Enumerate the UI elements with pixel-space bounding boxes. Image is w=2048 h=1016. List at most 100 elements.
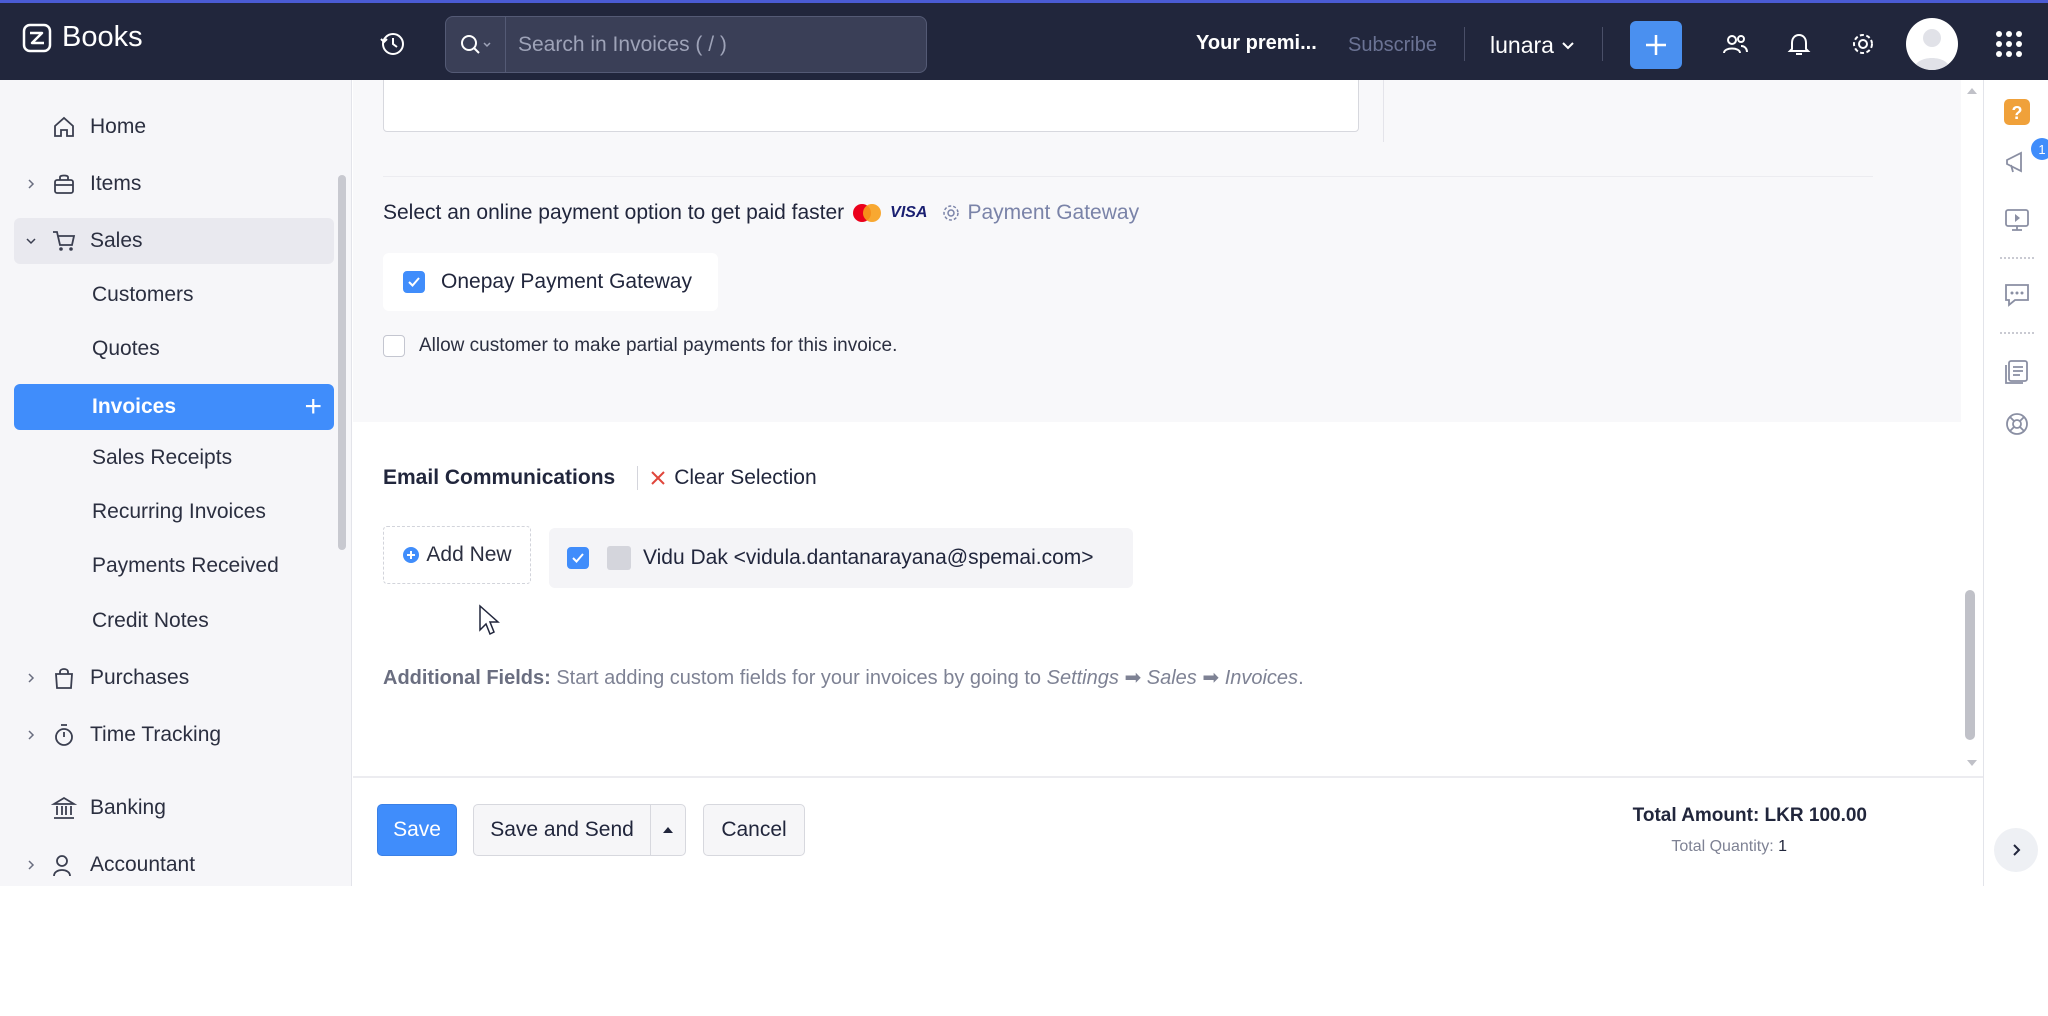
additional-fields-note: Additional Fields: Start adding custom f… bbox=[383, 665, 1304, 690]
invoices-path[interactable]: Invoices bbox=[1225, 667, 1298, 689]
payment-title: Select an online payment option to get p… bbox=[383, 201, 845, 224]
save-and-send-button[interactable]: Save and Send bbox=[473, 804, 651, 856]
gateway-option-onepay[interactable]: Onepay Payment Gateway bbox=[383, 253, 718, 311]
notification-badge: 1 bbox=[2031, 138, 2048, 160]
new-invoice-plus-icon[interactable]: + bbox=[304, 390, 322, 424]
mastercard-icon bbox=[853, 204, 882, 222]
sidebar-item-purchases[interactable]: Purchases bbox=[14, 655, 334, 701]
arrow-right-icon: ➡ bbox=[1124, 667, 1142, 689]
divider bbox=[1464, 27, 1465, 61]
recent-history-icon[interactable] bbox=[378, 29, 410, 61]
users-icon[interactable] bbox=[1720, 29, 1750, 59]
clear-selection-button[interactable]: Clear Selection bbox=[637, 466, 817, 490]
scroll-up-icon[interactable] bbox=[1965, 84, 1979, 98]
contact-chip[interactable]: Vidu Dak <vidula.dantanarayana@spemai.co… bbox=[549, 528, 1133, 588]
bank-icon bbox=[50, 794, 78, 822]
stopwatch-icon bbox=[50, 721, 78, 749]
sidebar-item-label: Accountant bbox=[90, 853, 196, 876]
sidebar-item-home[interactable]: Home bbox=[14, 104, 334, 150]
accountant-icon bbox=[50, 851, 78, 879]
search-icon[interactable] bbox=[446, 17, 506, 72]
app-logo[interactable]: Books bbox=[22, 21, 143, 54]
divider bbox=[2000, 257, 2034, 259]
settings-path[interactable]: Settings bbox=[1047, 667, 1119, 689]
partial-payment-checkbox[interactable] bbox=[383, 335, 405, 357]
gateway-option-label: Onepay Payment Gateway bbox=[441, 270, 692, 293]
scroll-down-icon[interactable] bbox=[1965, 756, 1979, 770]
app-grid-icon[interactable] bbox=[1994, 29, 2024, 59]
chat-icon[interactable] bbox=[2001, 279, 2033, 311]
sidebar-item-sales[interactable]: Sales bbox=[14, 218, 334, 264]
sidebar-item-label: Sales bbox=[90, 229, 143, 252]
checkmark-icon bbox=[572, 553, 584, 563]
payment-gateway-label: Payment Gateway bbox=[967, 201, 1140, 224]
search-input[interactable] bbox=[506, 32, 906, 57]
chevron-right-icon bbox=[28, 860, 35, 870]
cart-icon bbox=[50, 227, 78, 255]
add-new-label: Add New bbox=[426, 543, 512, 566]
top-bar: Books Your premi... Subscribe lunara bbox=[0, 0, 2048, 80]
org-name: lunara bbox=[1490, 32, 1554, 58]
gateway-checkbox[interactable] bbox=[403, 271, 425, 293]
sidebar-item-label: Customers bbox=[92, 283, 194, 306]
sidebar-item-credit-notes[interactable]: Credit Notes bbox=[14, 598, 334, 644]
save-options-dropdown[interactable] bbox=[650, 804, 686, 856]
visa-icon: VISA bbox=[890, 204, 928, 221]
user-avatar[interactable] bbox=[1906, 18, 1958, 70]
gear-icon[interactable] bbox=[1848, 29, 1878, 59]
sidebar-item-label: Time Tracking bbox=[90, 723, 222, 746]
chevron-right-icon bbox=[28, 730, 35, 740]
sidebar-item-accountant[interactable]: Accountant bbox=[14, 842, 334, 886]
chevron-down-icon bbox=[1562, 41, 1574, 49]
save-button[interactable]: Save bbox=[377, 804, 457, 856]
sidebar-item-sales-receipts[interactable]: Sales Receipts bbox=[14, 435, 334, 481]
sidebar-item-label: Sales Receipts bbox=[92, 446, 233, 469]
chevron-right-icon bbox=[2013, 844, 2021, 856]
sidebar-item-payments-received[interactable]: Payments Received bbox=[14, 543, 334, 589]
org-switcher[interactable]: lunara bbox=[1490, 32, 1576, 59]
video-tutorial-icon[interactable] bbox=[2001, 204, 2033, 236]
announcements-icon[interactable]: 1 bbox=[2001, 138, 2048, 178]
search-bar[interactable] bbox=[445, 16, 927, 73]
form-footer: Save Save and Send Cancel Total Amount: … bbox=[353, 776, 1983, 886]
partial-payment-label: Allow customer to make partial payments … bbox=[419, 335, 898, 356]
notes-textarea[interactable] bbox=[383, 80, 1359, 132]
main-scrollbar-thumb[interactable] bbox=[1965, 590, 1975, 740]
contact-label: Vidu Dak <vidula.dantanarayana@spemai.co… bbox=[643, 546, 1094, 569]
plus-icon bbox=[1646, 35, 1666, 55]
svg-text:?: ? bbox=[2012, 103, 2023, 123]
sidebar-item-quotes[interactable]: Quotes bbox=[14, 326, 334, 372]
sales-path[interactable]: Sales bbox=[1147, 667, 1197, 689]
contact-checkbox[interactable] bbox=[567, 547, 589, 569]
shopping-bag-icon bbox=[50, 664, 78, 692]
sidebar-item-recurring-invoices[interactable]: Recurring Invoices bbox=[14, 489, 334, 535]
expand-panel-button[interactable] bbox=[1994, 828, 2038, 872]
sidebar-item-invoices[interactable]: Invoices + bbox=[14, 384, 334, 430]
sidebar-scrollbar[interactable] bbox=[338, 175, 346, 550]
chevron-right-icon bbox=[28, 179, 35, 189]
bell-icon[interactable] bbox=[1784, 29, 1814, 59]
help-icon[interactable]: ? bbox=[2001, 96, 2033, 128]
payment-section: Select an online payment option to get p… bbox=[353, 80, 1961, 422]
sidebar-item-time-tracking[interactable]: Time Tracking bbox=[14, 712, 334, 758]
quick-create-button[interactable] bbox=[1630, 21, 1682, 69]
sidebar-item-label: Recurring Invoices bbox=[92, 500, 266, 523]
clear-selection-label: Clear Selection bbox=[674, 466, 817, 489]
sidebar-item-banking[interactable]: Banking bbox=[14, 785, 334, 831]
gear-icon bbox=[943, 205, 960, 221]
add-new-contact-button[interactable]: Add New bbox=[383, 526, 531, 584]
documents-icon[interactable] bbox=[2001, 355, 2033, 387]
sidebar-item-label: Items bbox=[90, 172, 142, 195]
cancel-button[interactable]: Cancel bbox=[703, 804, 805, 856]
partial-payment-option[interactable]: Allow customer to make partial payments … bbox=[383, 335, 897, 357]
subscribe-link[interactable]: Subscribe bbox=[1348, 34, 1437, 57]
invoice-form: Select an online payment option to get p… bbox=[353, 80, 1983, 776]
contact-avatar-icon bbox=[607, 546, 631, 570]
total-amount: Total Amount: LKR 100.00 bbox=[1632, 805, 1867, 826]
payment-gateway-link[interactable]: Payment Gateway bbox=[941, 201, 1139, 225]
support-lifebuoy-icon[interactable] bbox=[2001, 408, 2033, 440]
sidebar-item-items[interactable]: Items bbox=[14, 161, 334, 207]
right-utility-bar: ? 1 bbox=[1983, 80, 2048, 886]
chevron-right-icon bbox=[28, 673, 35, 683]
sidebar-item-customers[interactable]: Customers bbox=[14, 272, 334, 318]
